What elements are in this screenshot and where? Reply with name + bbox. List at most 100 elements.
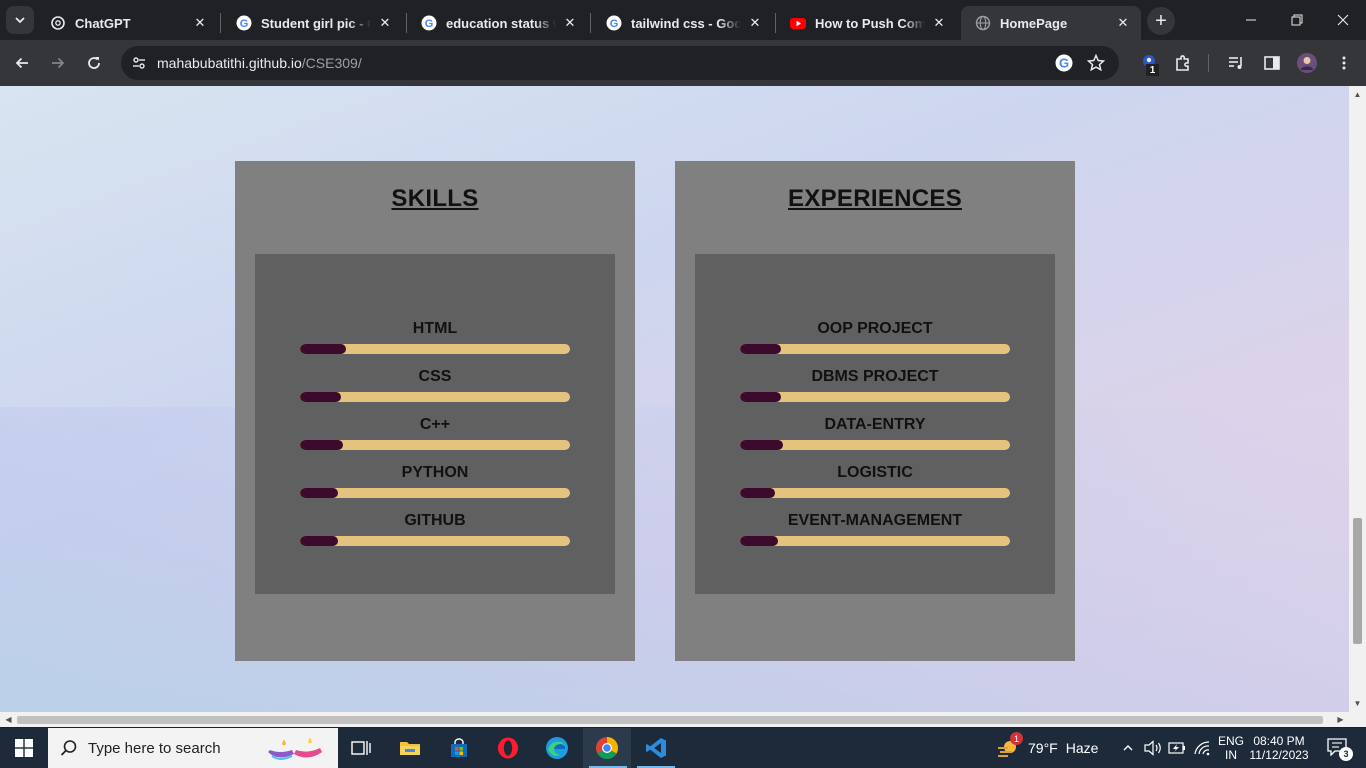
chatgpt-icon [50,15,66,31]
url-host: mahabubatithi.github.io [157,55,302,71]
input-language-button[interactable]: ENG IN [1216,728,1246,768]
clock-button[interactable]: 08:40 PM 11/12/2023 [1249,728,1309,768]
google-lens-icon[interactable]: G [1055,54,1073,77]
experience-progress-bar [740,488,1010,498]
store-icon [451,738,467,757]
skill-progress-bar [300,344,570,354]
restore-icon [1291,14,1303,26]
close-icon[interactable]: ✕ [1115,15,1131,31]
clock-time: 08:40 PM [1253,734,1305,748]
scroll-up-arrow-icon[interactable]: ▲ [1349,86,1366,103]
show-hidden-icons-button[interactable] [1118,728,1138,768]
weather-widget[interactable]: 1 79°F Haze [996,728,1110,768]
weather-desc: Haze [1065,740,1099,756]
task-view-button[interactable] [338,728,384,768]
more-vert-icon [1342,56,1346,70]
chrome-icon [596,737,618,759]
extension-button[interactable]: 1 [1136,49,1164,77]
tab-divider [220,13,221,33]
skill-item: CSS [300,368,570,408]
search-placeholder: Type here to search [88,739,221,757]
scroll-right-arrow-icon[interactable]: ▶ [1332,712,1349,727]
chrome-menu-button[interactable] [1330,49,1358,77]
close-icon[interactable]: ✕ [747,15,763,31]
chevron-down-icon [15,17,25,24]
back-button[interactable] [8,49,36,77]
diwali-lamp-icon[interactable] [264,732,328,768]
arrow-right-icon [52,57,65,69]
restore-button[interactable] [1274,0,1320,40]
language-label: ENG [1217,734,1244,748]
opera-button[interactable] [485,728,531,768]
notification-count-badge: 3 [1339,747,1353,761]
svg-text:G: G [425,18,434,30]
url-path: /CSE309/ [301,55,362,71]
file-explorer-button[interactable] [387,728,433,768]
extensions-menu-button[interactable] [1169,49,1197,77]
close-window-button[interactable] [1320,0,1366,40]
new-tab-button[interactable]: + [1147,7,1175,35]
horizontal-scrollbar[interactable]: ◀ ▶ [0,712,1366,727]
vertical-scrollbar[interactable]: ▲ ▼ [1349,86,1366,712]
notification-center-button[interactable]: 3 [1318,728,1358,768]
experience-progress-bar [740,392,1010,402]
opera-icon [498,737,518,759]
experience-progress-bar [740,344,1010,354]
puzzle-icon [1176,55,1189,71]
google-icon: G [421,15,437,31]
skill-label: GITHUB [404,512,466,529]
experience-progress-fill [740,392,781,402]
close-icon[interactable]: ✕ [377,15,393,31]
experience-progress-bar [740,536,1010,546]
vertical-scroll-thumb[interactable] [1353,518,1362,644]
close-icon[interactable]: ✕ [192,15,208,31]
side-panel-button[interactable] [1258,49,1286,77]
scroll-down-arrow-icon[interactable]: ▼ [1349,695,1366,712]
experience-progress-fill [740,344,781,354]
experience-label: OOP PROJECT [817,320,933,337]
close-icon[interactable]: ✕ [931,15,947,31]
reload-button[interactable] [80,49,108,77]
google-icon: G [236,15,252,31]
media-control-button[interactable] [1222,49,1250,77]
tab-tailwind-css[interactable]: G tailwind css - Google ✕ [592,6,773,40]
skill-progress-fill [300,536,338,546]
skill-progress-fill [300,344,346,354]
experience-label: DATA-ENTRY [824,416,926,433]
experience-progress-bar [740,440,1010,450]
clock-date: 11/12/2023 [1249,748,1309,762]
forward-button[interactable] [44,49,72,77]
network-button[interactable] [1190,728,1214,768]
skill-progress-bar [300,536,570,546]
tab-search-button[interactable] [6,6,34,34]
experience-item: OOP PROJECT [740,320,1010,360]
scroll-left-arrow-icon[interactable]: ◀ [0,712,17,727]
tab-youtube-push[interactable]: How to Push Comple ✕ [776,6,957,40]
battery-button[interactable] [1166,728,1188,768]
profile-button[interactable] [1293,49,1321,77]
experience-progress-fill [740,440,784,450]
site-info-icon[interactable] [131,55,147,76]
bookmark-star-icon[interactable] [1086,53,1106,77]
svg-text:G: G [1059,56,1069,71]
minimize-button[interactable] [1228,0,1274,40]
tab-homepage[interactable]: HomePage ✕ [961,6,1141,40]
tab-chatgpt[interactable]: ChatGPT ✕ [36,6,218,40]
experience-item: LOGISTIC [740,464,1010,504]
close-icon[interactable]: ✕ [562,15,578,31]
microsoft-store-button[interactable] [436,728,482,768]
experience-item: DBMS PROJECT [740,368,1010,408]
start-button[interactable] [0,728,48,768]
edge-button[interactable] [534,728,580,768]
volume-button[interactable] [1142,728,1164,768]
chrome-button[interactable] [583,728,631,768]
vscode-button[interactable] [633,728,679,768]
tab-student-girl-pic[interactable]: G Student girl pic - Goo ✕ [222,6,403,40]
skills-list: HTML CSS C++ PYTHON GITHUB [255,254,615,594]
horizontal-scroll-thumb[interactable] [17,716,1323,724]
google-icon: G [606,15,622,31]
address-bar[interactable]: mahabubatithi.github.io/CSE309/ G [121,46,1119,80]
taskbar-search-box[interactable]: Type here to search [48,728,338,768]
browser-toolbar: mahabubatithi.github.io/CSE309/ G 1 [0,40,1366,86]
tab-education-status[interactable]: G education status web ✕ [407,6,588,40]
